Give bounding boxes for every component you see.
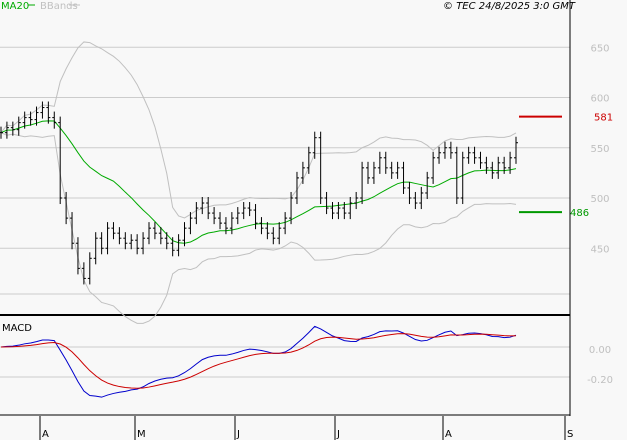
- month-label: A: [445, 429, 452, 440]
- chart-svg: MA20 BBands © TEC 24/8/2025 3:0 GMT MACD…: [0, 0, 613, 440]
- legend-bbands: BBands: [40, 1, 78, 12]
- month-label: S: [567, 429, 573, 440]
- macd-label: MACD: [2, 323, 32, 334]
- y-tick-label: 450: [590, 244, 609, 255]
- y-tick-label: 500: [590, 194, 609, 205]
- y-tick-label: 600: [590, 94, 609, 105]
- ma20-line: [0, 120, 517, 244]
- resistance-label: 581: [594, 113, 613, 124]
- macd-tick-label: -0.20: [587, 375, 613, 386]
- copyright: © TEC 24/8/2025 3:0 GMT: [443, 1, 576, 12]
- y-tick-label: 550: [590, 144, 609, 155]
- month-label: A: [42, 429, 49, 440]
- month-label: J: [236, 429, 240, 440]
- signal-line: [0, 333, 517, 389]
- month-label: M: [137, 429, 146, 440]
- macd-tick-label: 0.00: [589, 345, 611, 356]
- month-label: J: [336, 429, 340, 440]
- stock-chart: MA20 BBands © TEC 24/8/2025 3:0 GMT MACD…: [0, 0, 627, 440]
- support-label: 486: [570, 208, 589, 219]
- legend-ma20: MA20: [1, 1, 29, 12]
- y-tick-label: 650: [590, 43, 609, 54]
- bband-upper: [0, 41, 517, 219]
